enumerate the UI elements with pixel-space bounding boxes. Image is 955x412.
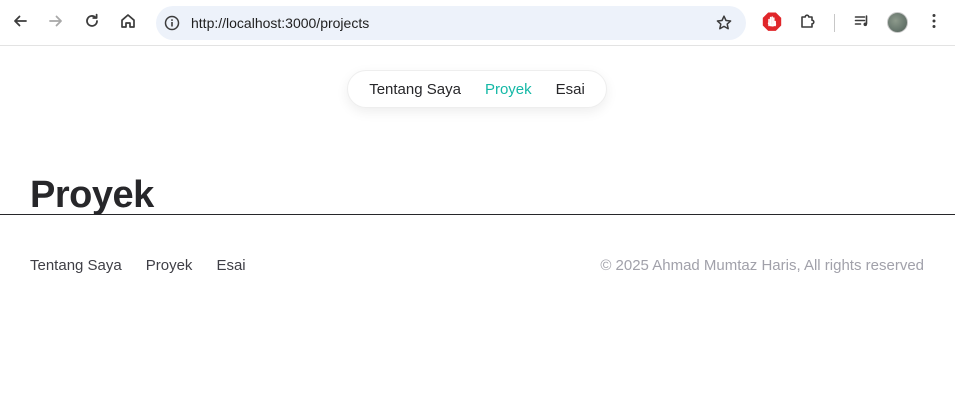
toolbar-divider — [834, 14, 835, 32]
forward-button[interactable] — [42, 7, 70, 35]
star-icon[interactable] — [714, 13, 734, 33]
page-title: Proyek — [30, 174, 154, 216]
back-button[interactable] — [6, 7, 34, 35]
info-icon[interactable] — [163, 14, 181, 32]
divider — [0, 214, 955, 215]
browser-menu-button[interactable] — [920, 7, 948, 35]
extensions-button[interactable] — [794, 7, 822, 35]
footer-link-proyek[interactable]: Proyek — [146, 257, 193, 274]
stop-hand-icon — [762, 12, 782, 31]
puzzle-icon — [801, 14, 815, 28]
reload-icon — [86, 13, 98, 27]
address-bar[interactable]: http://localhost:3000/projects — [156, 6, 746, 40]
media-queue-icon — [854, 15, 868, 27]
nav-link-tentang-saya[interactable]: Tentang Saya — [369, 81, 461, 98]
footer-nav: Tentang Saya Proyek Esai — [30, 257, 246, 274]
arrow-right-icon — [49, 15, 62, 27]
nav-link-proyek[interactable]: Proyek — [485, 81, 532, 98]
kebab-menu-icon — [932, 14, 936, 28]
home-icon — [121, 14, 135, 28]
profile-avatar[interactable] — [887, 12, 908, 33]
footer-link-tentang-saya[interactable]: Tentang Saya — [30, 257, 122, 274]
reload-button[interactable] — [78, 7, 106, 35]
url-text[interactable]: http://localhost:3000/projects — [191, 14, 369, 32]
adblock-extension-button[interactable] — [758, 7, 786, 35]
browser-toolbar: http://localhost:3000/projects — [0, 0, 955, 46]
copyright-text: © 2025 Ahmad Mumtaz Haris, All rights re… — [600, 257, 924, 274]
arrow-left-icon — [14, 15, 27, 27]
media-controls-button[interactable] — [848, 7, 876, 35]
footer-link-esai[interactable]: Esai — [216, 257, 245, 274]
nav-link-esai[interactable]: Esai — [556, 81, 585, 98]
home-button[interactable] — [114, 7, 142, 35]
main-nav: Tentang Saya Proyek Esai — [347, 70, 607, 108]
